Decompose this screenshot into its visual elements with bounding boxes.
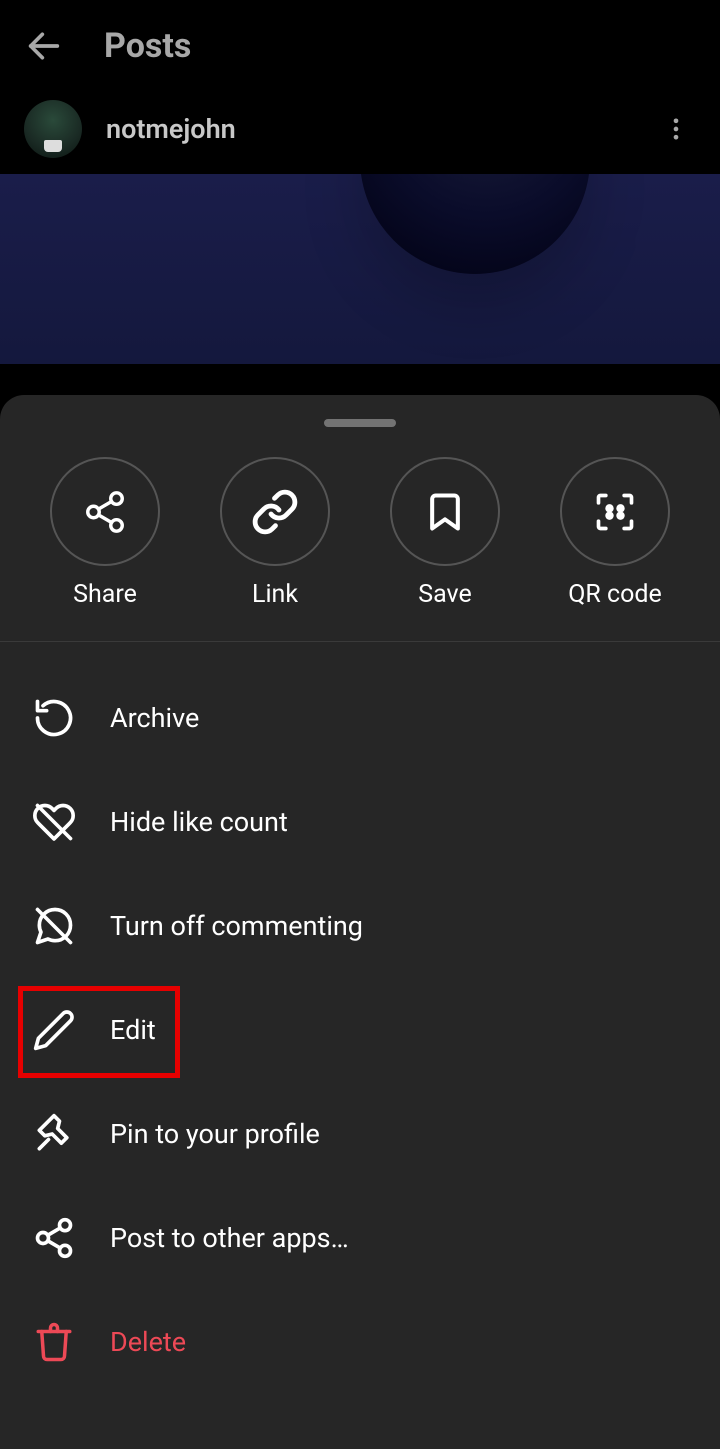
archive-icon xyxy=(32,696,76,740)
comment-off-icon xyxy=(32,903,76,949)
qr-icon xyxy=(593,490,637,534)
arrow-left-icon xyxy=(24,26,64,66)
qr-action[interactable]: QR code xyxy=(545,457,685,609)
menu-label: Hide like count xyxy=(110,806,288,838)
save-action[interactable]: Save xyxy=(375,457,515,609)
pin-icon xyxy=(32,1112,76,1156)
post-image-content xyxy=(360,174,590,274)
menu-label: Edit xyxy=(110,1014,156,1046)
menu-item-hide-likes[interactable]: Hide like count xyxy=(0,770,720,874)
menu-label: Pin to your profile xyxy=(110,1118,320,1150)
menu-item-post-other-apps[interactable]: Post to other apps… xyxy=(0,1186,720,1290)
action-label: Share xyxy=(73,580,137,609)
menu-label: Turn off commenting xyxy=(110,910,363,942)
more-options-button[interactable] xyxy=(656,109,696,149)
page-title: Posts xyxy=(104,26,191,66)
menu-item-archive[interactable]: Archive xyxy=(0,666,720,770)
avatar[interactable] xyxy=(24,100,82,158)
back-button[interactable] xyxy=(24,26,64,66)
menu-label: Post to other apps… xyxy=(110,1222,349,1254)
menu-list: Archive Hide like count Turn off comment… xyxy=(0,642,720,1418)
menu-item-pin[interactable]: Pin to your profile xyxy=(0,1082,720,1186)
header: Posts xyxy=(0,0,720,92)
share-action[interactable]: Share xyxy=(35,457,175,609)
username[interactable]: notmejohn xyxy=(106,113,236,145)
menu-item-turn-off-commenting[interactable]: Turn off commenting xyxy=(0,874,720,978)
save-icon xyxy=(423,490,467,534)
link-action[interactable]: Link xyxy=(205,457,345,609)
share-alt-icon xyxy=(32,1216,76,1260)
action-label: Save xyxy=(418,580,471,609)
quick-actions-row: Share Link Save QR code xyxy=(0,457,720,642)
action-label: QR code xyxy=(568,580,662,609)
link-icon xyxy=(251,488,299,536)
pencil-icon xyxy=(32,1008,76,1052)
menu-label: Archive xyxy=(110,702,199,734)
more-vertical-icon xyxy=(662,115,690,143)
trash-icon xyxy=(33,1321,75,1363)
menu-item-edit[interactable]: Edit xyxy=(0,978,720,1082)
action-sheet: Share Link Save QR code Archive xyxy=(0,395,720,1449)
menu-label: Delete xyxy=(110,1326,186,1358)
post-author-row: notmejohn xyxy=(0,92,720,174)
post-image[interactable] xyxy=(0,174,720,364)
action-label: Link xyxy=(252,580,298,609)
drag-handle[interactable] xyxy=(324,419,396,427)
heart-off-icon xyxy=(32,798,76,846)
share-icon xyxy=(82,489,128,535)
menu-item-delete[interactable]: Delete xyxy=(0,1290,720,1394)
